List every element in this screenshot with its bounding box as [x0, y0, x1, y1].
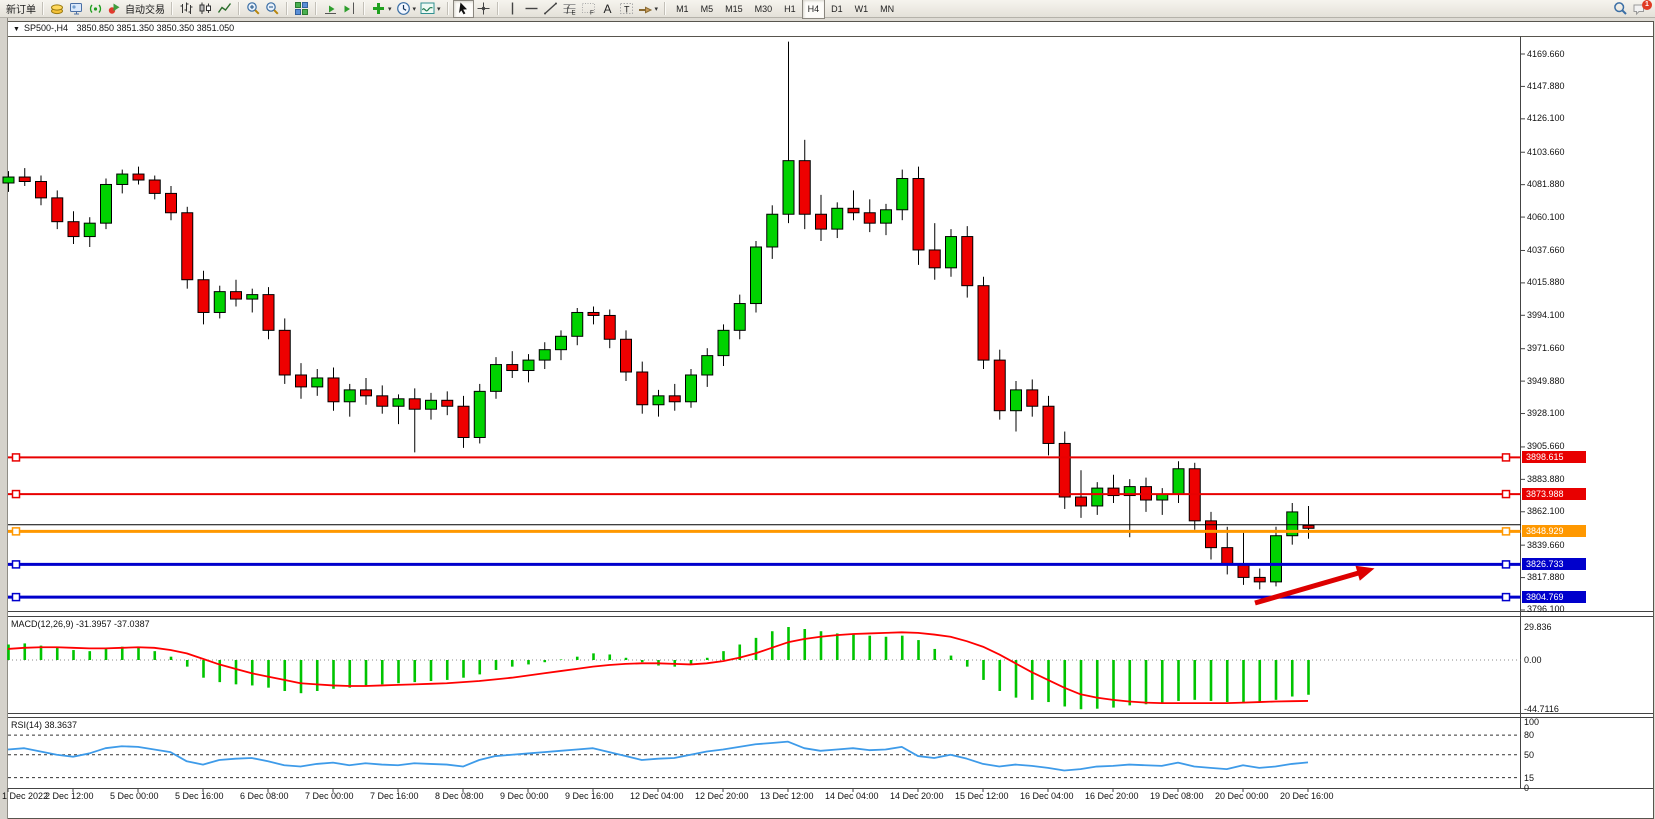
- tf-m30[interactable]: M30: [749, 0, 779, 19]
- horizontal-line-button[interactable]: [522, 1, 541, 17]
- tf-w1[interactable]: W1: [849, 0, 875, 19]
- toolbar-separator: [171, 2, 173, 15]
- add-indicator-icon: [371, 1, 386, 16]
- chevron-down-icon[interactable]: ▾: [437, 5, 441, 13]
- period-button[interactable]: ▾: [394, 1, 419, 17]
- label-icon: T: [619, 1, 634, 16]
- shapes-button[interactable]: ▾: [636, 1, 661, 17]
- tf-d1[interactable]: D1: [825, 0, 849, 19]
- toolbar-separator: [42, 2, 44, 15]
- add-indicator-button[interactable]: ▾: [369, 1, 394, 17]
- signals-button[interactable]: [86, 1, 105, 17]
- tf-mn[interactable]: MN: [874, 0, 900, 19]
- market-watch-button[interactable]: [67, 1, 86, 17]
- tf-m1[interactable]: M1: [670, 0, 695, 19]
- zoom-out-button[interactable]: [263, 1, 282, 17]
- horizontal-line-icon: [524, 1, 539, 16]
- trendline-icon: [543, 1, 558, 16]
- chevron-down-icon[interactable]: ▾: [655, 5, 659, 13]
- toolbar-separator: [286, 2, 288, 15]
- channel-icon: F: [581, 1, 596, 16]
- rsi-pane[interactable]: [8, 718, 1520, 788]
- svg-text:F: F: [590, 10, 594, 17]
- label-button[interactable]: T: [617, 1, 636, 17]
- candle-chart-icon: [198, 1, 213, 16]
- toolbar-separator: [363, 2, 365, 15]
- auto-scroll-icon: [323, 1, 338, 16]
- new-order-button-label: 新订单: [6, 1, 36, 16]
- toolbar-separator: [238, 2, 240, 15]
- crosshair-button[interactable]: [474, 1, 493, 17]
- new-order-button[interactable]: 新订单: [2, 1, 38, 17]
- tf-m15[interactable]: M15: [719, 0, 749, 19]
- fibonacci-icon: fE: [562, 1, 577, 16]
- bar-chart-icon: [179, 1, 194, 16]
- cursor-icon: [456, 1, 471, 16]
- notification-badge: 1: [1642, 0, 1652, 10]
- svg-text:T: T: [624, 5, 630, 15]
- chart-titlebar: ▼ SP500-,H4 3850.850 3851.350 3850.350 38…: [13, 23, 234, 33]
- macd-pane[interactable]: [8, 617, 1520, 713]
- bar-chart-button[interactable]: [177, 1, 196, 17]
- text-icon: A: [600, 1, 615, 16]
- line-chart-button[interactable]: [215, 1, 234, 17]
- tf-h4[interactable]: H4: [802, 0, 826, 19]
- chevron-down-icon[interactable]: ▾: [388, 5, 392, 13]
- time-axis[interactable]: [8, 789, 1520, 805]
- crosshair-icon: [476, 1, 491, 16]
- zoom-in-icon: [246, 1, 261, 16]
- text-button[interactable]: A: [598, 1, 617, 17]
- candle-chart-button[interactable]: [196, 1, 215, 17]
- vertical-line-button[interactable]: [503, 1, 522, 17]
- tf-h1[interactable]: H1: [778, 0, 802, 19]
- fibonacci-button[interactable]: fE: [560, 1, 579, 17]
- signals-icon: [88, 1, 103, 16]
- search-icon: [1613, 1, 1628, 16]
- autotrading-button-label: 自动交易: [125, 1, 165, 16]
- vertical-line-icon: [505, 1, 520, 16]
- toolbar-separator: [447, 2, 449, 15]
- svg-text:A: A: [603, 2, 611, 16]
- chart-shift-button[interactable]: [340, 1, 359, 17]
- auto-scroll-button[interactable]: [321, 1, 340, 17]
- chart-expand-icon[interactable]: ▼: [13, 26, 20, 33]
- tile-windows-icon: [294, 1, 309, 16]
- chart-ohlc-readout: 3850.850 3851.350 3850.350 3851.050: [76, 23, 234, 33]
- toolbar-separator: [497, 2, 499, 15]
- chart-shift-icon: [342, 1, 357, 16]
- price-axis[interactable]: [1521, 36, 1651, 788]
- chart-plot-area[interactable]: [8, 36, 1520, 611]
- autotrading-icon: [107, 1, 122, 16]
- chevron-down-icon[interactable]: ▾: [413, 5, 417, 13]
- window-left-edge: [0, 18, 8, 819]
- shapes-icon: [638, 1, 653, 16]
- tile-windows-button[interactable]: [292, 1, 311, 17]
- line-chart-icon: [217, 1, 232, 16]
- toolbar-separator: [315, 2, 317, 15]
- styler-button[interactable]: [48, 1, 67, 17]
- search-button[interactable]: [1611, 1, 1630, 17]
- notifications-button[interactable]: 1: [1630, 1, 1649, 17]
- template-button[interactable]: ▾: [418, 1, 443, 17]
- market-watch-icon: [69, 1, 84, 16]
- tf-m5[interactable]: M5: [695, 0, 720, 19]
- zoom-in-button[interactable]: [244, 1, 263, 17]
- toolbar-separator: [664, 2, 666, 15]
- channel-button[interactable]: F: [579, 1, 598, 17]
- chart-title: SP500-,H4: [24, 23, 68, 33]
- trendline-button[interactable]: [541, 1, 560, 17]
- main-toolbar: 新订单 自动交易 ▾ ▾ ▾ fE F A T ▾ M1M5M15M30H1H4D1W1MN 1: [0, 0, 1655, 18]
- period-icon: [396, 1, 411, 16]
- styler-icon: [50, 1, 65, 16]
- autotrading-button[interactable]: 自动交易: [105, 1, 167, 17]
- zoom-out-icon: [265, 1, 280, 16]
- cursor-button[interactable]: [453, 0, 474, 18]
- svg-text:E: E: [571, 11, 575, 17]
- template-icon: [420, 1, 435, 16]
